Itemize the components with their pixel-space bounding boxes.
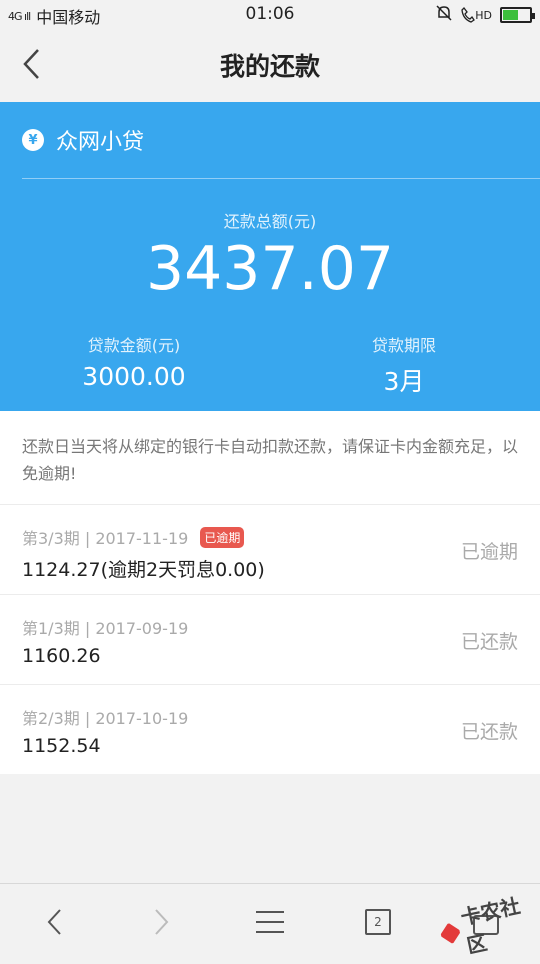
installment-amount: 1124.27(逾期2天罚息0.00) [22,559,265,581]
watermark-logo-icon [439,922,462,945]
installment-amount: 1160.26 [22,645,101,667]
yen-icon: ¥ [22,129,44,151]
total-repayment-value: 3437.07 [145,234,395,304]
principal-block: 贷款金额(元) 3000.00 [34,332,234,391]
loan-summary-card: ¥ 众网小贷 还款总额(元) 3437.07 贷款金额(元) 3000.00 贷… [0,102,540,411]
lender-row: ¥ 众网小贷 [22,124,144,156]
auto-debit-notice: 还款日当天将从绑定的银行卡自动扣款还款，请保证卡内金额充足，以免逾期! [0,411,540,504]
term-value: 3月 [383,367,425,396]
browser-forward-button[interactable] [140,902,184,942]
principal-label: 贷款金额(元) [87,336,181,355]
installment-period: 第1/3期 | 2017-09-19 [22,619,189,638]
installment-status: 已逾期 [460,541,518,563]
installment-status: 已还款 [460,721,518,743]
hd-label: HD [475,8,492,22]
hd-call-icon: HD [461,7,492,23]
status-bar: 4G ıll 中国移动 01:06 HD [0,0,540,28]
installment-row[interactable]: 第1/3期 | 2017-09-19 1160.26 已还款 [0,594,540,684]
overdue-badge: 已逾期 [200,526,245,548]
installment-row[interactable]: 第3/3期 | 2017-11-19 已逾期 1124.27(逾期2天罚息0.0… [0,504,540,594]
installment-row[interactable]: 第2/3期 | 2017-10-19 1152.54 已还款 [0,684,540,774]
installment-list: 第3/3期 | 2017-11-19 已逾期 1124.27(逾期2天罚息0.0… [0,504,540,774]
hamburger-menu-icon [256,911,284,933]
tab-count: 2 [365,909,391,935]
battery-level [503,10,519,20]
total-repayment-label: 还款总额(元) [223,212,317,231]
installment-period: 第3/3期 | 2017-11-19 [22,529,189,548]
tabs-button[interactable]: 2 [356,902,400,942]
mute-bell-icon [435,4,453,26]
installment-status: 已还款 [460,631,518,653]
term-block: 贷款期限 3月 [304,332,504,398]
page-title: 我的还款 [219,52,320,81]
chevron-right-icon [155,909,169,935]
browser-back-button[interactable] [32,902,76,942]
principal-value: 3000.00 [82,362,186,391]
chevron-left-icon [47,909,61,935]
menu-button[interactable] [248,902,292,942]
nav-bar: 我的还款 [0,28,540,102]
divider [22,178,540,179]
battery-icon [500,7,535,23]
installment-amount: 1152.54 [22,735,101,757]
term-label: 贷款期限 [371,336,436,355]
installment-period: 第2/3期 | 2017-10-19 [22,709,189,728]
lender-name: 众网小贷 [56,130,145,155]
